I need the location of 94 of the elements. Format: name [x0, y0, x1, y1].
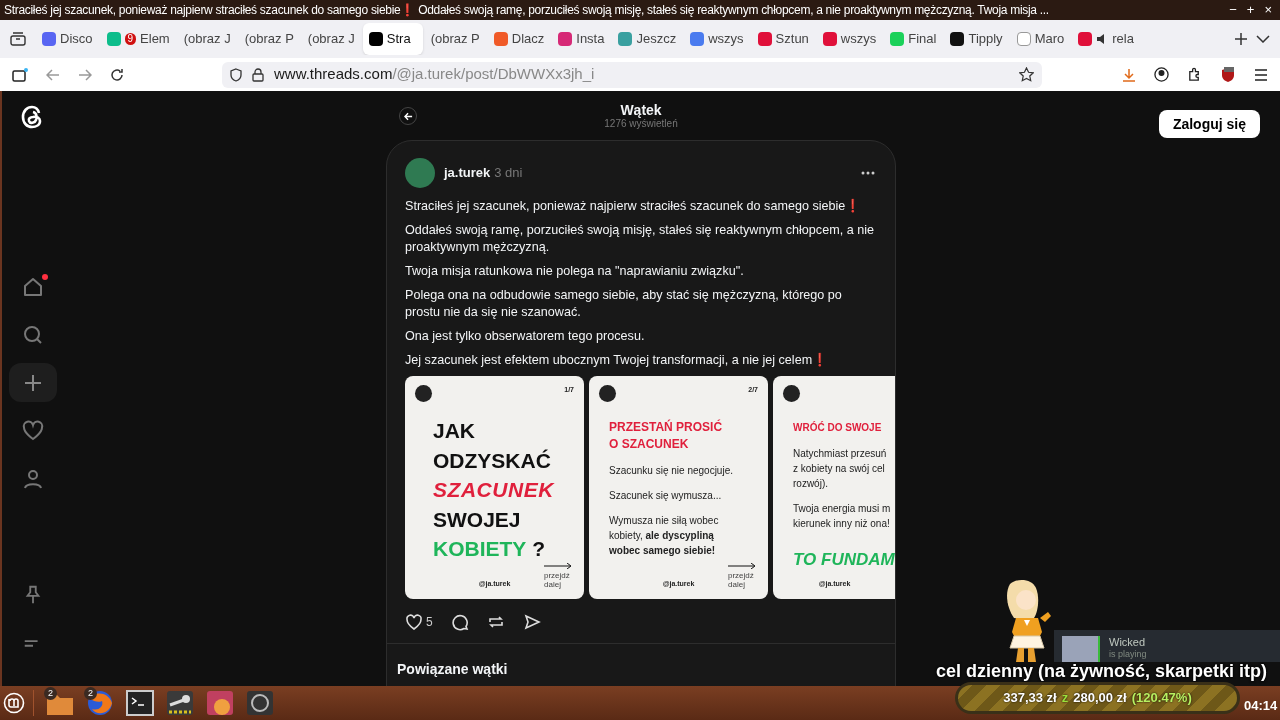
avatar [783, 385, 800, 402]
post-paragraph: Straciłeś jej szacunek, ponieważ najpierw straciłeś szacunek do samego siebie❗ [405, 198, 863, 215]
headline-text: SZACUNEK [433, 477, 554, 503]
next-label: przejdź dalej [544, 571, 571, 589]
slide-title: PRZESTAŃ PROSIĆ O SZACUNEK [609, 419, 724, 453]
browser-tab[interactable]: wszys [816, 23, 883, 55]
download-icon[interactable] [1122, 67, 1136, 82]
browser-tab[interactable]: Insta [552, 23, 611, 55]
slide-text: Szacunek się wymusza... [609, 489, 723, 503]
headline-text: ? [532, 536, 546, 562]
page-title: Wątek [620, 102, 662, 118]
new-tab-icon[interactable] [1234, 32, 1248, 46]
browser-tab[interactable]: Final [884, 23, 943, 55]
slide-accent-text: TO FUNDAM [793, 549, 895, 571]
goal-label: cel dzienny (na żywność, skarpetki itp) [936, 660, 1268, 683]
count-badge: 2 [44, 687, 57, 700]
comment-button[interactable] [450, 613, 469, 631]
reload-icon[interactable] [110, 67, 124, 82]
browser-tab[interactable]: (obraz P [424, 23, 486, 55]
sidebar-toggle-icon[interactable] [12, 67, 28, 82]
login-button[interactable]: Zaloguj się [1158, 110, 1260, 138]
browser-tab[interactable]: wszys [684, 23, 750, 55]
goal-percent: (120.47%) [1131, 689, 1192, 708]
browser-tab[interactable]: Maro [1010, 23, 1071, 55]
browser-tab[interactable]: 9 Elem [100, 23, 176, 55]
slide-text: Twoja energia musi m kierunek inny niż ona! [793, 502, 892, 531]
browser-tab[interactable]: (obraz J [177, 23, 237, 55]
menu-icon[interactable] [1254, 68, 1268, 81]
forward-icon[interactable] [78, 68, 92, 81]
author-name[interactable]: ja.turek [444, 163, 491, 183]
heart-icon [21, 418, 45, 443]
headline-text: JAK [433, 418, 475, 444]
avatar[interactable] [405, 158, 435, 188]
address-field[interactable]: www.threads.com/@ja.turek/post/DbWWXx3jh_i [222, 61, 1042, 88]
goal-current: 337,33 zł [1003, 689, 1057, 708]
browser-tab[interactable]: Tipply [944, 23, 1009, 55]
goal-target: 280,00 zł [1073, 689, 1127, 708]
post-paragraph: Jej szacunek jest efektem ubocznym Twojej transformacji, a nie jej celem❗ [405, 352, 830, 369]
window-control-button[interactable]: × [1264, 0, 1272, 20]
track-title: Wicked [1109, 636, 1147, 648]
goal-separator: z [1061, 689, 1069, 708]
post-paragraph: Polega ona na odbudowie samego siebie, aby stać się mężczyzną, którego po prostu nie da się nie szanować. [405, 287, 843, 321]
lock-icon [252, 67, 264, 82]
arrow-left-icon [403, 111, 413, 121]
post-time: 3 dni [494, 164, 523, 183]
arrow-icon [544, 563, 572, 569]
nav-item[interactable] [9, 363, 57, 402]
account-icon[interactable] [1154, 67, 1169, 82]
post-paragraph: Oddałeś swoją ramę, porzuciłeś swoją misję, stałeś się reaktywnym chłopcem, a nie proaktywnym mężczyzną. [405, 222, 875, 256]
shield-icon[interactable] [230, 67, 242, 82]
avatar [599, 385, 616, 402]
start-menu-icon[interactable] [3, 692, 25, 714]
chevron-down-icon[interactable] [1256, 35, 1270, 43]
taskbar-app[interactable]: 2 [42, 687, 78, 719]
section-title: Powiązane wątki [397, 661, 508, 677]
browser-tab[interactable]: rela [1072, 23, 1140, 55]
slide-text: Wymusza nie siłą wobec kobiety, ale dyscypliną wobec samego siebie! [609, 514, 720, 558]
browser-tab[interactable]: Disco [36, 23, 99, 55]
post-paragraph: Twoja misja ratunkowa nie polega na "naprawianiu związku". [405, 263, 745, 280]
track-status: is playing [1109, 648, 1147, 660]
browser-tab[interactable]: (obraz J [301, 23, 361, 55]
slide-text: Natychmiast przesuń z kobiety na swój cel rozwój). [793, 447, 888, 491]
next-label: przejdź dalej [728, 571, 755, 589]
taskbar-app[interactable]: 2 [82, 687, 118, 719]
tab-badge: 9 [124, 33, 137, 45]
headline-text: ODZYSKAĆ [433, 447, 551, 474]
post-paragraph: Ona jest tylko obserwatorem tego procesu. [405, 328, 646, 345]
headline-text: SWOJEJ [433, 506, 521, 533]
browser-tab[interactable]: Dlacz [487, 23, 551, 55]
extensions-icon[interactable] [1187, 67, 1202, 82]
slide-text: Szacunku się nie negocjuje. [609, 464, 733, 478]
tab-list-icon[interactable] [10, 32, 26, 46]
browser-tab[interactable]: Stra [362, 23, 423, 55]
arrow-icon [728, 563, 756, 569]
window-control-button[interactable]: − [1229, 0, 1237, 20]
window-title: Straciłeś jej szacunek, ponieważ najpierw straciłeś szacunek do samego siebie❗ Oddałeś swoją ramę, porzuciłeś swoją misję, stałeś się reaktywnym chłopcem, a nie proaktywnym mężczyzną. Twoja misja ... [4, 2, 1050, 19]
browser-tab[interactable]: Jeszcz [612, 23, 683, 55]
view-count: 1276 wyświetleń [604, 118, 678, 130]
count-badge: 2 [84, 687, 97, 700]
more-icon[interactable] [861, 171, 875, 175]
clock: 04:14 [1244, 697, 1278, 715]
share-button[interactable] [522, 613, 541, 631]
terminal-icon [124, 687, 156, 719]
avatar [415, 385, 432, 402]
url-text: www.threads.com/@ja.turek/post/DbWWXx3jh_i [274, 64, 596, 85]
browser-tab[interactable]: Sztun [751, 23, 815, 55]
star-icon[interactable] [1019, 67, 1034, 82]
headline-text: KOBIETY [433, 536, 527, 562]
album-cover [1062, 636, 1098, 662]
back-icon[interactable] [46, 68, 60, 81]
browser-tab[interactable]: (obraz P [238, 23, 300, 55]
window-control-button[interactable]: + [1246, 0, 1255, 20]
shield-extension-icon[interactable] [1220, 66, 1236, 83]
slide-title: WRÓĆ DO SWOJE [793, 420, 883, 435]
